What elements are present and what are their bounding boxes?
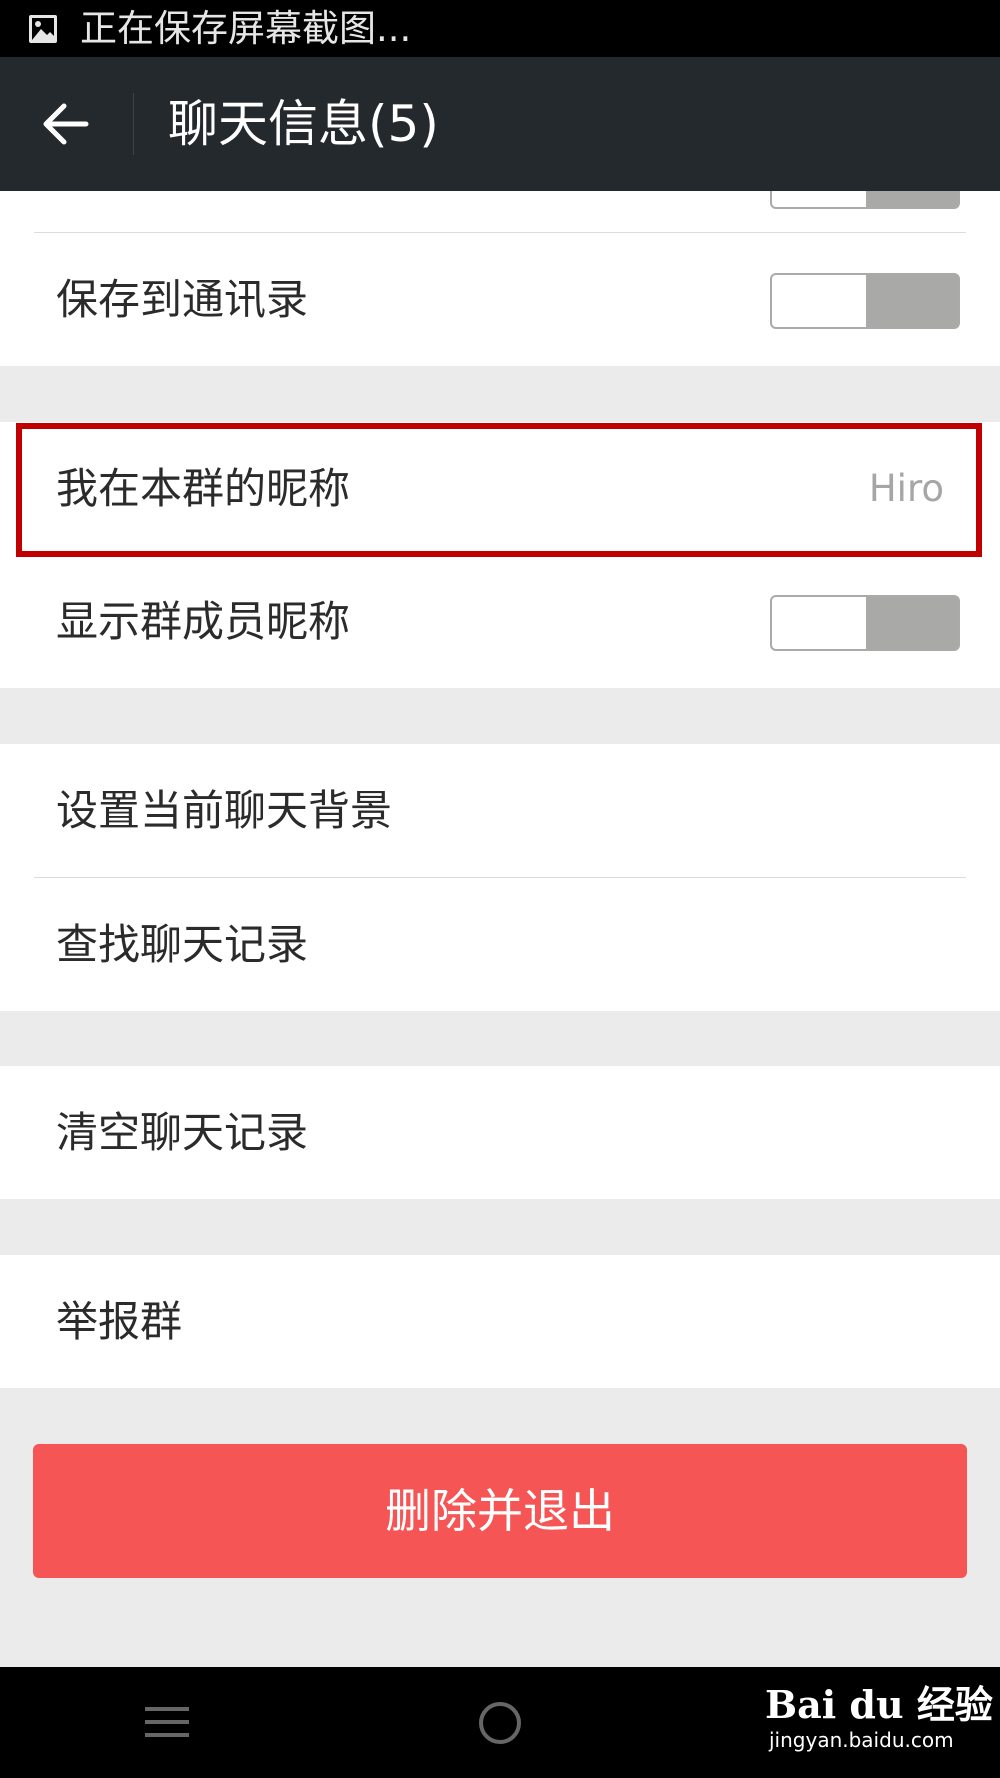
partial-toggle[interactable] — [770, 191, 960, 209]
row-report-group[interactable]: 举报群 — [0, 1255, 1000, 1388]
row-show-member-nicknames[interactable]: 显示群成员昵称 — [0, 555, 1000, 688]
row-set-chat-background[interactable]: 设置当前聊天背景 — [0, 744, 1000, 877]
status-bar: 正在保存屏幕截图... — [0, 0, 1000, 57]
section-clear: 清空聊天记录 — [0, 1066, 1000, 1199]
baidu-watermark: Bai du 经验 jingyan.baidu.com — [765, 1683, 993, 1753]
nickname-value: Hiro — [868, 467, 944, 510]
row-label: 举报群 — [56, 1297, 183, 1346]
row-label: 保存到通讯录 — [56, 275, 309, 324]
row-label: 设置当前聊天背景 — [56, 786, 393, 835]
section-contacts: 保存到通讯录 — [0, 191, 1000, 366]
section-report: 举报群 — [0, 1255, 1000, 1388]
appbar-divider — [133, 93, 134, 155]
app-bar: 聊天信息(5) — [0, 57, 1000, 191]
menu-icon[interactable] — [145, 1705, 189, 1739]
row-label: 清空聊天记录 — [56, 1108, 309, 1157]
row-save-to-contacts[interactable]: 保存到通讯录 — [0, 233, 1000, 366]
watermark-url: jingyan.baidu.com — [769, 1728, 954, 1752]
toggle-knob — [772, 597, 868, 649]
row-label: 我在本群的昵称 — [56, 464, 351, 513]
toggle-knob — [772, 275, 868, 327]
page-title: 聊天信息(5) — [168, 95, 439, 153]
image-icon — [29, 15, 57, 43]
row-my-group-nickname[interactable]: 我在本群的昵称 Hiro — [0, 422, 1000, 555]
watermark-logo: Bai du 经验 — [765, 1682, 993, 1727]
row-clear-chat-history[interactable]: 清空聊天记录 — [0, 1066, 1000, 1199]
back-arrow-icon[interactable] — [40, 101, 90, 147]
delete-and-exit-button[interactable]: 删除并退出 — [33, 1444, 967, 1578]
row-label: 显示群成员昵称 — [56, 597, 351, 646]
status-text: 正在保存屏幕截图... — [80, 7, 412, 50]
system-nav-bar: Bai du 经验 jingyan.baidu.com — [0, 1667, 1000, 1778]
row-find-chat-history[interactable]: 查找聊天记录 — [0, 878, 1000, 1011]
toggle-knob — [772, 191, 868, 207]
home-circle-icon[interactable] — [478, 1701, 522, 1745]
section-chat: 设置当前聊天背景 查找聊天记录 — [0, 744, 1000, 1011]
section-nicknames: 我在本群的昵称 Hiro 显示群成员昵称 — [0, 422, 1000, 688]
show-nicknames-toggle[interactable] — [770, 595, 960, 651]
save-to-contacts-toggle[interactable] — [770, 273, 960, 329]
row-label: 查找聊天记录 — [56, 920, 309, 969]
